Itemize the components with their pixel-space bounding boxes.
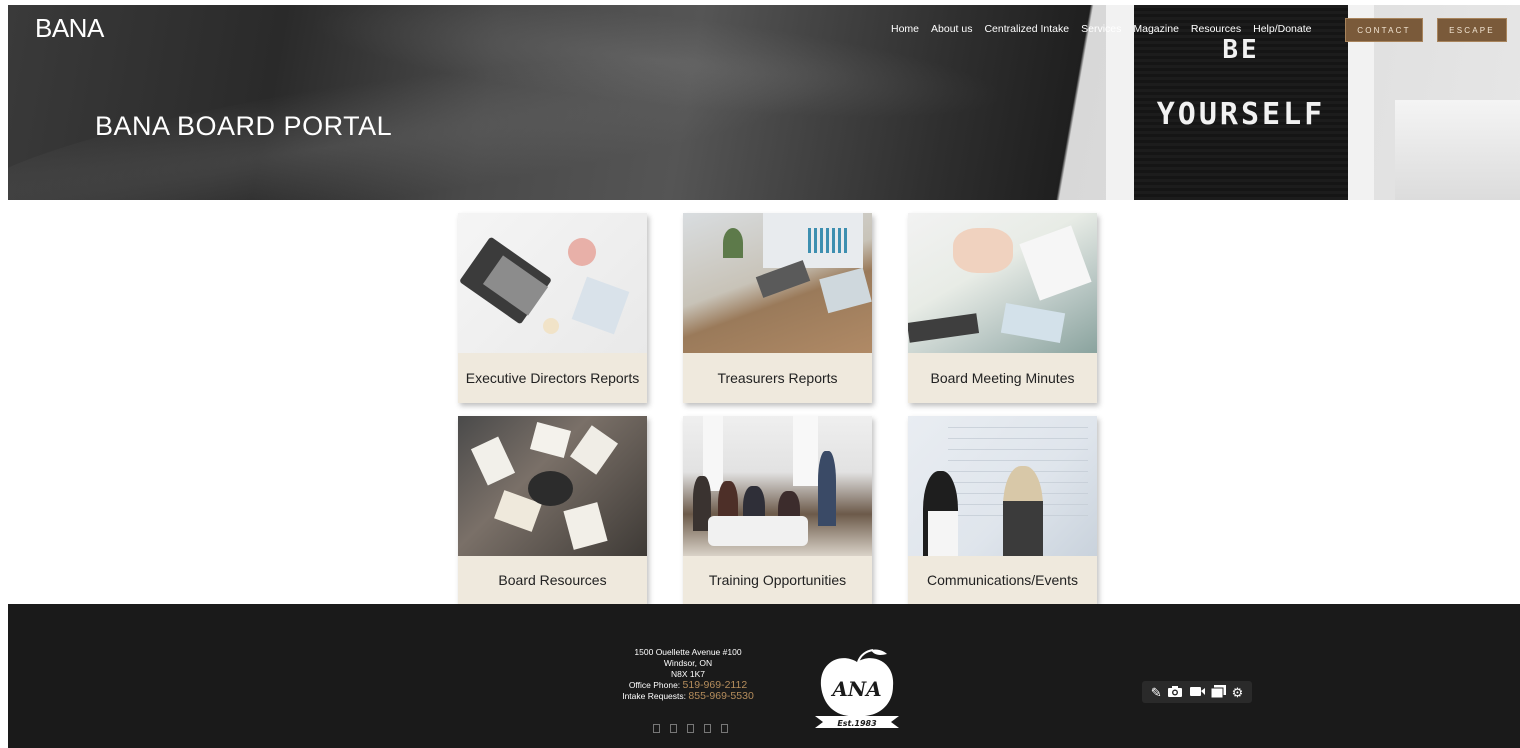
- escape-button[interactable]: ESCAPE: [1437, 18, 1507, 42]
- screens-icon[interactable]: [1210, 684, 1227, 700]
- social-icon[interactable]: [704, 724, 711, 733]
- card-board-resources[interactable]: Board Resources: [458, 416, 647, 604]
- social-links: [653, 724, 728, 733]
- card-label: Treasurers Reports: [717, 370, 838, 386]
- logo-text: ANA: [830, 677, 881, 701]
- card-board-meeting-minutes[interactable]: Board Meeting Minutes: [908, 213, 1097, 403]
- nav-magazine[interactable]: Magazine: [1133, 23, 1179, 35]
- site-footer: 1500 Ouellette Avenue #100 Windsor, ON N…: [8, 604, 1520, 748]
- calculator-finance-photo: [683, 213, 872, 353]
- card-label: Communications/Events: [927, 572, 1078, 588]
- letterboard-line: BE: [1222, 35, 1260, 65]
- address-line: Windsor, ON: [663, 658, 713, 668]
- hero-background-decor: [1395, 100, 1520, 200]
- contact-button[interactable]: CONTACT: [1345, 18, 1423, 42]
- contact-address: 1500 Ouellette Avenue #100 Windsor, ON N…: [608, 647, 768, 702]
- site-logo[interactable]: BANA: [35, 13, 104, 44]
- social-icon[interactable]: [721, 724, 728, 733]
- training-session-photo: [683, 416, 872, 556]
- people-reading-books-photo: [458, 416, 647, 556]
- card-executive-directors-reports[interactable]: Executive Directors Reports: [458, 213, 647, 403]
- hero-banner: BE YOURSELF BANA Home About us Centraliz…: [8, 5, 1520, 200]
- social-icon[interactable]: [653, 724, 660, 733]
- main-nav: Home About us Centralized Intake Service…: [891, 23, 1311, 35]
- card-label: Board Meeting Minutes: [930, 370, 1075, 386]
- office-phone-label: Office Phone:: [628, 680, 681, 690]
- address-line: 1500 Ouellette Avenue #100: [634, 647, 742, 657]
- logo-est-text: Est.1983: [837, 719, 877, 728]
- camera-icon[interactable]: [1167, 685, 1183, 700]
- meeting-calculator-photo: [908, 213, 1097, 353]
- card-communications-events[interactable]: Communications/Events: [908, 416, 1097, 604]
- nav-help-donate[interactable]: Help/Donate: [1253, 23, 1311, 35]
- card-label: Executive Directors Reports: [465, 370, 640, 386]
- intake-phone-link[interactable]: 855-969-5530: [688, 690, 753, 702]
- intake-phone-row: Intake Requests: 855-969-5530: [608, 691, 768, 702]
- edit-icon[interactable]: ✎: [1151, 686, 1162, 699]
- page-title: BANA BOARD PORTAL: [95, 111, 393, 141]
- letterboard-line: YOURSELF: [1156, 97, 1326, 132]
- bana-apple-logo: ANA Est.1983: [815, 649, 899, 728]
- card-training-opportunities[interactable]: Training Opportunities: [683, 416, 872, 604]
- card-treasurers-reports[interactable]: Treasurers Reports: [683, 213, 872, 403]
- floating-toolbar: ✎ ⚙: [1142, 681, 1252, 703]
- nav-about-us[interactable]: About us: [931, 23, 972, 35]
- video-icon[interactable]: [1189, 685, 1206, 699]
- intake-phone-label: Intake Requests:: [622, 691, 687, 701]
- nav-home[interactable]: Home: [891, 23, 919, 35]
- nav-centralized-intake[interactable]: Centralized Intake: [984, 23, 1069, 35]
- card-label: Training Opportunities: [708, 572, 847, 588]
- nav-resources[interactable]: Resources: [1191, 23, 1241, 35]
- gear-icon[interactable]: ⚙: [1232, 686, 1244, 699]
- whiteboard-planning-photo: [908, 416, 1097, 556]
- nav-services[interactable]: Services: [1081, 23, 1121, 35]
- laptop-desk-photo: [458, 213, 647, 353]
- social-icon[interactable]: [670, 724, 677, 733]
- social-icon[interactable]: [687, 724, 694, 733]
- card-label: Board Resources: [498, 572, 607, 588]
